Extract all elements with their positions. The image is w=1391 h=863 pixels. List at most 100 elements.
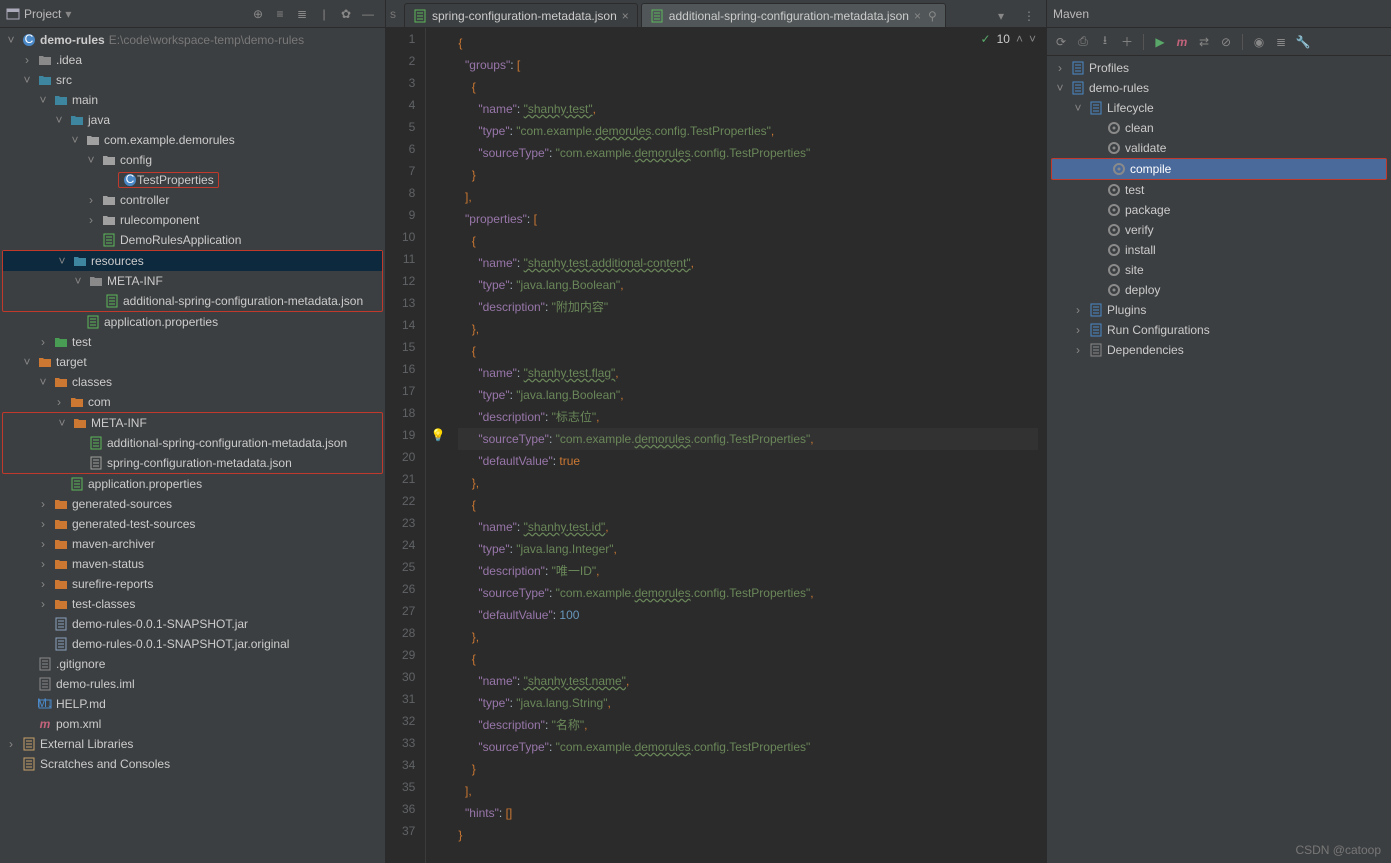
maven-item-verify[interactable]: verify [1047,220,1391,240]
tree-row-demo-rules[interactable]: ˅Cdemo-rules E:\code\workspace-temp\demo… [0,30,385,50]
maven-tree[interactable]: ›Profiles˅demo-rules˅Lifecyclecleanvalid… [1047,56,1391,863]
tree-row-scratches-and-consoles[interactable]: Scratches and Consoles [0,754,385,774]
tree-row-config[interactable]: ˅config [0,150,385,170]
expand-all-icon[interactable]: ≡ [269,3,291,25]
code-line[interactable]: "sourceType": "com.example.demorules.con… [458,582,1038,604]
expand-icon[interactable]: › [1053,61,1067,75]
collapse-icon[interactable]: ≣ [1271,31,1291,53]
code-line[interactable]: { [458,32,1038,54]
maven-item-test[interactable]: test [1047,180,1391,200]
code-line[interactable]: ], [458,780,1038,802]
expand-icon[interactable]: ˅ [1053,81,1067,95]
code-line[interactable]: "sourceType": "com.example.demorules.con… [458,736,1038,758]
code-line[interactable]: "name": "shanhy.test.name", [458,670,1038,692]
tree-row-com[interactable]: ›com [0,392,385,412]
expand-icon[interactable]: › [1071,303,1085,317]
code-line[interactable]: "hints": [] [458,802,1038,824]
code-line[interactable]: "groups": [ [458,54,1038,76]
expand-icon[interactable]: ˅ [84,153,98,167]
tree-row-demo-rules-iml[interactable]: demo-rules.iml [0,674,385,694]
expand-icon[interactable]: ˅ [36,375,50,389]
inspection-widget[interactable]: ✓ 10 ˄ ˅ [981,32,1036,46]
maven-item-site[interactable]: site [1047,260,1391,280]
tree-row-classes[interactable]: ˅classes [0,372,385,392]
tree-row-test-classes[interactable]: ›test-classes [0,594,385,614]
tree-row-maven-status[interactable]: ›maven-status [0,554,385,574]
expand-icon[interactable]: ˅ [20,73,34,87]
code-line[interactable]: "type": "java.lang.Boolean", [458,384,1038,406]
maven-item-run-configurations[interactable]: ›Run Configurations [1047,320,1391,340]
tree-row--gitignore[interactable]: .gitignore [0,654,385,674]
tree-row-testproperties[interactable]: CTestProperties [0,170,385,190]
code-line[interactable]: "properties": [ [458,208,1038,230]
expand-icon[interactable]: ˅ [55,416,69,430]
code-line[interactable]: "description": "唯一ID", [458,560,1038,582]
code-line[interactable]: "sourceType": "com.example.demorules.con… [458,428,1038,450]
expand-icon[interactable]: ˅ [1071,101,1085,115]
tree-row-maven-archiver[interactable]: ›maven-archiver [0,534,385,554]
reload-icon[interactable]: ⟳ [1051,31,1071,53]
code-line[interactable]: "type": "java.lang.String", [458,692,1038,714]
expand-icon[interactable]: › [36,577,50,591]
code-line[interactable]: { [458,76,1038,98]
tree-row-demo-rules-0-0-1-snapshot-jar-original[interactable]: demo-rules-0.0.1-SNAPSHOT.jar.original [0,634,385,654]
expand-icon[interactable]: ˅ [55,254,69,268]
tree-row-com-example-demorules[interactable]: ˅com.example.demorules [0,130,385,150]
code-line[interactable]: }, [458,318,1038,340]
tree-row-java[interactable]: ˅java [0,110,385,130]
code-line[interactable]: "name": "shanhy.test", [458,98,1038,120]
settings-icon[interactable]: 🔧 [1293,31,1313,53]
skip-icon[interactable]: ⊘ [1216,31,1236,53]
expand-icon[interactable]: ˅ [68,133,82,147]
generate-icon[interactable]: ⎙ [1073,31,1093,53]
play-icon[interactable]: ▶ [1150,31,1170,53]
expand-icon[interactable]: › [36,497,50,511]
plus-icon[interactable]: ＋ [1117,31,1137,53]
code-line[interactable]: "description": "标志位", [458,406,1038,428]
maven-item-profiles[interactable]: ›Profiles [1047,58,1391,78]
close-icon[interactable]: × [914,9,921,23]
maven-item-deploy[interactable]: deploy [1047,280,1391,300]
tree-row-main[interactable]: ˅main [0,90,385,110]
expand-icon[interactable]: ˅ [20,355,34,369]
expand-icon[interactable]: ˅ [36,93,50,107]
code-line[interactable]: "defaultValue": 100 [458,604,1038,626]
tree-row-application-properties[interactable]: application.properties [0,312,385,332]
expand-icon[interactable]: ˅ [4,33,18,47]
maven-item-dependencies[interactable]: ›Dependencies [1047,340,1391,360]
tree-row-rulecomponent[interactable]: ›rulecomponent [0,210,385,230]
expand-icon[interactable]: › [1071,323,1085,337]
code-line[interactable]: "name": "shanhy.test.additional-content"… [458,252,1038,274]
tree-row-demo-rules-0-0-1-snapshot-jar[interactable]: demo-rules-0.0.1-SNAPSHOT.jar [0,614,385,634]
tree-row-generated-sources[interactable]: ›generated-sources [0,494,385,514]
expand-icon[interactable]: › [36,557,50,571]
code-line[interactable]: "type": "com.example.demorules.config.Te… [458,120,1038,142]
editor-tab[interactable]: spring-configuration-metadata.json× [404,3,638,27]
tree-row-target[interactable]: ˅target [0,352,385,372]
expand-icon[interactable]: › [4,737,18,751]
locate-icon[interactable]: ⊕ [247,3,269,25]
expand-icon[interactable]: › [36,597,50,611]
code-line[interactable]: "description": "附加内容" [458,296,1038,318]
code-line[interactable]: } [458,164,1038,186]
expand-icon[interactable]: › [36,517,50,531]
tree-row-meta-inf[interactable]: ˅META-INF [3,413,382,433]
expand-icon[interactable]: ˅ [52,113,66,127]
code-line[interactable]: "type": "java.lang.Integer", [458,538,1038,560]
code-line[interactable]: { [458,648,1038,670]
code-line[interactable]: "name": "shanhy.test.id", [458,516,1038,538]
project-dropdown-icon[interactable]: ▾ [65,7,71,21]
next-highlight-icon[interactable]: ˅ [1029,32,1036,46]
tree-row-generated-test-sources[interactable]: ›generated-test-sources [0,514,385,534]
editor-tab[interactable]: additional-spring-configuration-metadata… [641,3,946,27]
code-editor[interactable]: 1234567891011121314151617181920212223242… [386,28,1046,863]
tree-row-surefire-reports[interactable]: ›surefire-reports [0,574,385,594]
expand-icon[interactable]: › [36,335,50,349]
maven-item-demo-rules[interactable]: ˅demo-rules [1047,78,1391,98]
tree-row-test[interactable]: ›test [0,332,385,352]
expand-icon[interactable]: › [20,53,34,67]
code-line[interactable]: "name": "shanhy.test.flag", [458,362,1038,384]
tree-row-application-properties[interactable]: application.properties [0,474,385,494]
code-line[interactable]: "sourceType": "com.example.demorules.con… [458,142,1038,164]
intention-bulb-icon[interactable]: 💡 [426,428,450,450]
